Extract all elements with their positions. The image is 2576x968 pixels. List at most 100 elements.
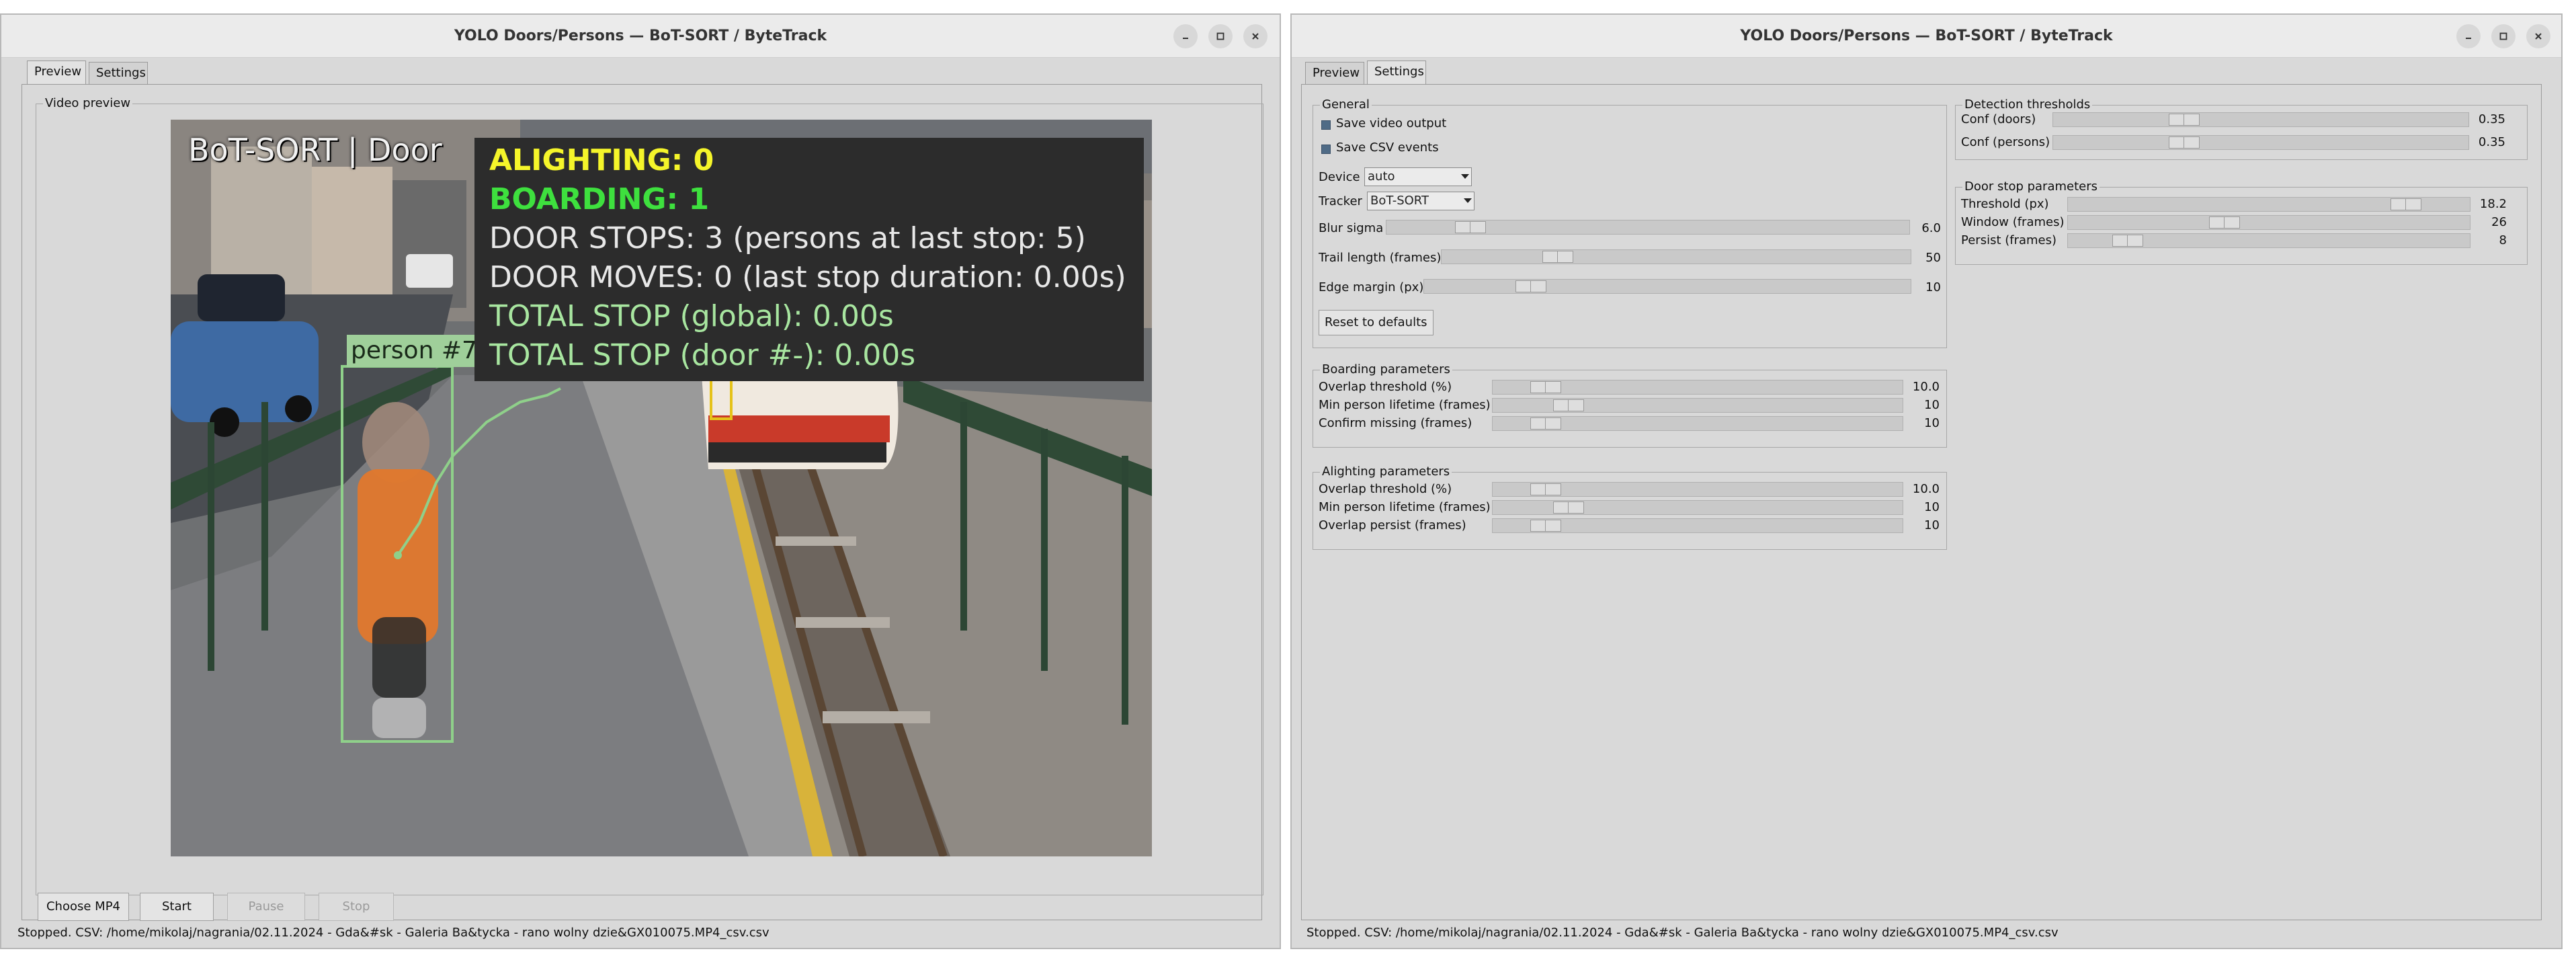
boarding-row-value: 10 — [1924, 398, 1940, 412]
alighting-row-value: 10.0 — [1912, 482, 1940, 496]
boarding-count: BOARDING: 1 — [489, 182, 710, 216]
alighting-row-handle[interactable] — [1530, 520, 1561, 532]
doorstop-row-handle[interactable] — [2112, 235, 2143, 247]
status-text: Stopped. CSV: /home/mikolaj/nagrania/02.… — [17, 926, 770, 940]
boarding-label: Boarding parameters — [1320, 362, 1452, 377]
alighting-row-label: Min person lifetime (frames) — [1319, 500, 1491, 514]
hud-tracker-title: BoT-SORT | Door — [188, 132, 442, 168]
boarding-row-slider[interactable] — [1492, 416, 1903, 431]
doorstop-row-handle[interactable] — [2391, 198, 2421, 210]
boarding-row-handle[interactable] — [1530, 381, 1561, 393]
alighting-row-handle[interactable] — [1553, 501, 1584, 514]
detection-row-value: 0.35 — [2478, 112, 2505, 126]
doorstop-row-handle[interactable] — [2209, 216, 2240, 229]
edge-margin-value: 10 — [1925, 280, 1941, 294]
boarding-row-value: 10.0 — [1912, 380, 1940, 394]
edge-margin-slider[interactable] — [1423, 279, 1911, 294]
title-bar: YOLO Doors/Persons — BoT-SORT / ByteTrac… — [1, 15, 1280, 58]
minimize-icon — [1183, 38, 1188, 39]
doorstop-row-slider[interactable] — [2067, 197, 2470, 212]
trail-length-slider[interactable] — [1441, 249, 1911, 264]
alighting-label: Alighting parameters — [1320, 465, 1452, 479]
boarding-row-slider[interactable] — [1492, 380, 1903, 395]
total-stop-global-text: TOTAL STOP (global): 0.00s — [489, 299, 894, 333]
device-select[interactable]: auto — [1364, 167, 1472, 186]
total-stop-door-text: TOTAL STOP (door #-): 0.00s — [489, 338, 916, 372]
alighting-row-slider[interactable] — [1492, 482, 1903, 497]
doorstop-row-label: Persist (frames) — [1961, 233, 2057, 247]
video-preview-frame: Video preview BoT-SORT | Door person #7 … — [36, 96, 1263, 895]
minimize-icon — [2466, 38, 2471, 39]
device-label: Device — [1319, 170, 1360, 184]
detection-row-handle[interactable] — [2169, 114, 2200, 126]
door-moves-text: DOOR MOVES: 0 (last stop duration: 0.00s… — [489, 260, 1126, 294]
detection-row-label: Conf (doors) — [1961, 112, 2036, 126]
tab-preview[interactable]: Preview — [1305, 62, 1364, 85]
settings-window: YOLO Doors/Persons — BoT-SORT / ByteTrac… — [1290, 13, 2563, 949]
tracker-label: Tracker — [1319, 194, 1362, 208]
detection-frame: Detection thresholds Conf (doors) 0.35 Con… — [1955, 97, 2528, 160]
doorstop-row-label: Threshold (px) — [1961, 197, 2049, 211]
doorstop-label: Door stop parameters — [1962, 179, 2100, 194]
alighting-row-slider[interactable] — [1492, 518, 1903, 533]
detection-row-label: Conf (persons) — [1961, 135, 2050, 149]
preview-window: YOLO Doors/Persons — BoT-SORT / ByteTrac… — [0, 13, 1281, 949]
chevron-down-icon — [1461, 174, 1469, 179]
boarding-frame: Boarding parameters Overlap threshold (%… — [1313, 362, 1947, 448]
save-video-checkbox[interactable] — [1321, 120, 1331, 130]
close-button[interactable] — [1243, 24, 1268, 48]
tab-settings[interactable]: Settings — [89, 62, 148, 85]
title-bar: YOLO Doors/Persons — BoT-SORT / ByteTrac… — [1292, 15, 2561, 58]
maximize-icon — [1216, 32, 1224, 40]
detection-row-handle[interactable] — [2169, 136, 2200, 149]
doorstop-row-value: 18.2 — [2479, 197, 2507, 211]
tracker-select[interactable]: BoT-SORT — [1367, 192, 1474, 210]
general-frame: General Save video output Save CSV event… — [1313, 97, 1947, 348]
boarding-row-handle[interactable] — [1530, 417, 1561, 430]
boarding-row-value: 10 — [1924, 416, 1940, 430]
trail-length-handle[interactable] — [1542, 251, 1573, 263]
video-preview: BoT-SORT | Door person #7 ALIGHTING: 0 B… — [171, 120, 1152, 856]
window-title: YOLO Doors/Persons — BoT-SORT / ByteTrac… — [454, 28, 827, 44]
doorstop-row-slider[interactable] — [2067, 233, 2470, 248]
reset-defaults-button[interactable]: Reset to defaults — [1319, 310, 1434, 335]
boarding-row-slider[interactable] — [1492, 398, 1903, 413]
preview-panel: Video preview BoT-SORT | Door person #7 … — [22, 84, 1263, 920]
maximize-button[interactable] — [2491, 24, 2516, 48]
start-button[interactable]: Start — [140, 893, 214, 921]
doorstop-frame: Door stop parameters Threshold (px) 18.2 W… — [1955, 179, 2528, 265]
save-video-label: Save video output — [1336, 116, 1447, 130]
maximize-icon — [2499, 32, 2507, 40]
choose-mp4-button[interactable]: Choose MP4 — [38, 893, 129, 921]
alighting-row-label: Overlap threshold (%) — [1319, 482, 1452, 496]
stop-button[interactable]: Stop — [319, 893, 394, 921]
blur-sigma-slider[interactable] — [1386, 220, 1910, 235]
detection-label: Detection thresholds — [1962, 97, 2093, 112]
boarding-row-label: Min person lifetime (frames) — [1319, 398, 1491, 412]
alighting-count: ALIGHTING: 0 — [489, 143, 714, 177]
general-label: General — [1320, 97, 1372, 112]
save-csv-checkbox[interactable] — [1321, 145, 1331, 154]
minimize-button[interactable] — [1173, 24, 1198, 48]
alighting-row-value: 10 — [1924, 518, 1940, 532]
tab-settings[interactable]: Settings — [1367, 61, 1426, 85]
alighting-row-slider[interactable] — [1492, 500, 1903, 515]
blur-sigma-handle[interactable] — [1455, 221, 1486, 233]
detection-row-slider[interactable] — [2052, 135, 2469, 150]
alighting-row-handle[interactable] — [1530, 483, 1561, 495]
doorstop-row-value: 8 — [2499, 233, 2507, 247]
pause-button[interactable]: Pause — [227, 893, 305, 921]
edge-margin-handle[interactable] — [1515, 280, 1546, 292]
doorstop-row-slider[interactable] — [2067, 215, 2470, 230]
close-button[interactable] — [2526, 24, 2550, 48]
tracker-value: BoT-SORT — [1370, 194, 1429, 208]
minimize-button[interactable] — [2456, 24, 2481, 48]
doorstop-row-label: Window (frames) — [1961, 215, 2065, 229]
stats-overlay: ALIGHTING: 0 BOARDING: 1 DOOR STOPS: 3 (… — [474, 138, 1144, 381]
maximize-button[interactable] — [1208, 24, 1233, 48]
detection-row-slider[interactable] — [2052, 112, 2469, 127]
boarding-row-handle[interactable] — [1553, 399, 1584, 411]
chevron-down-icon — [1464, 198, 1472, 203]
tab-preview[interactable]: Preview — [27, 61, 86, 85]
video-preview-label: Video preview — [43, 96, 133, 111]
